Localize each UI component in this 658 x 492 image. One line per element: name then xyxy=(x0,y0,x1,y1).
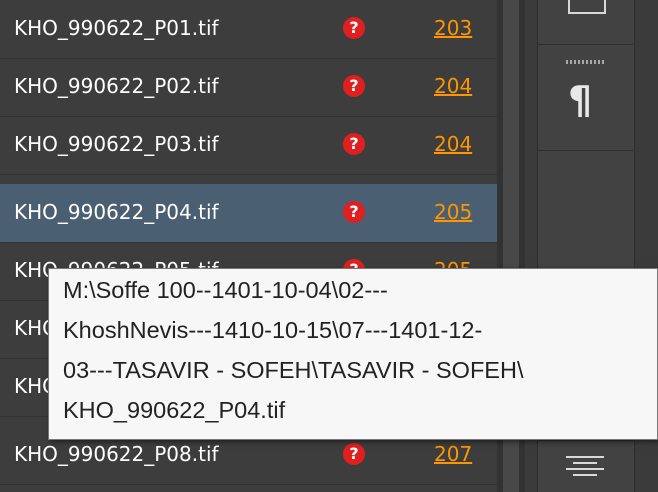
file-name: KHO_990622_P04.tif xyxy=(14,200,219,224)
align-center-icon[interactable] xyxy=(566,456,604,484)
file-row[interactable]: KHO_990622_P01.tif ? 203 xyxy=(0,0,497,59)
file-row[interactable]: KHO_990622_P03.tif ? 204 xyxy=(0,116,497,175)
frame-icon[interactable] xyxy=(568,0,606,14)
file-name: KHO_990622_P02.tif xyxy=(14,74,219,98)
panel-divider xyxy=(537,440,633,441)
file-name: KHO_990622_P01.tif xyxy=(14,16,219,40)
question-icon[interactable]: ? xyxy=(343,443,365,465)
panel-divider xyxy=(537,44,633,45)
paragraph-icon[interactable]: ¶ xyxy=(568,78,592,122)
grip-icon[interactable] xyxy=(566,60,604,64)
tooltip-line: KhoshNevis---1410-10-15\07---1401-12- xyxy=(63,317,483,343)
file-name: KHO_990622_P03.tif xyxy=(14,132,219,156)
page-link[interactable]: 204 xyxy=(434,132,472,156)
page-link[interactable]: 203 xyxy=(434,16,472,40)
question-icon[interactable]: ? xyxy=(343,201,365,223)
tooltip-line: M:\Soffe 100--1401-10-04\02--- xyxy=(63,277,388,303)
question-icon[interactable]: ? xyxy=(343,17,365,39)
file-name: KHO_990622_P08.tif xyxy=(14,442,219,466)
path-tooltip: M:\Soffe 100--1401-10-04\02--- KhoshNevi… xyxy=(48,268,658,440)
file-row[interactable]: KHO_990622_P02.tif ? 204 xyxy=(0,58,497,117)
page-link[interactable]: 204 xyxy=(434,74,472,98)
page-link[interactable]: 205 xyxy=(434,200,472,224)
panel-divider xyxy=(537,150,633,151)
question-icon[interactable]: ? xyxy=(343,75,365,97)
tooltip-line: KHO_990622_P04.tif xyxy=(63,397,286,423)
file-row-selected[interactable]: KHO_990622_P04.tif ? 205 xyxy=(0,184,497,243)
page-link[interactable]: 207 xyxy=(434,442,472,466)
tooltip-line: 03---TASAVIR - SOFEH\TASAVIR - SOFEH\ xyxy=(63,357,524,383)
question-icon[interactable]: ? xyxy=(343,133,365,155)
